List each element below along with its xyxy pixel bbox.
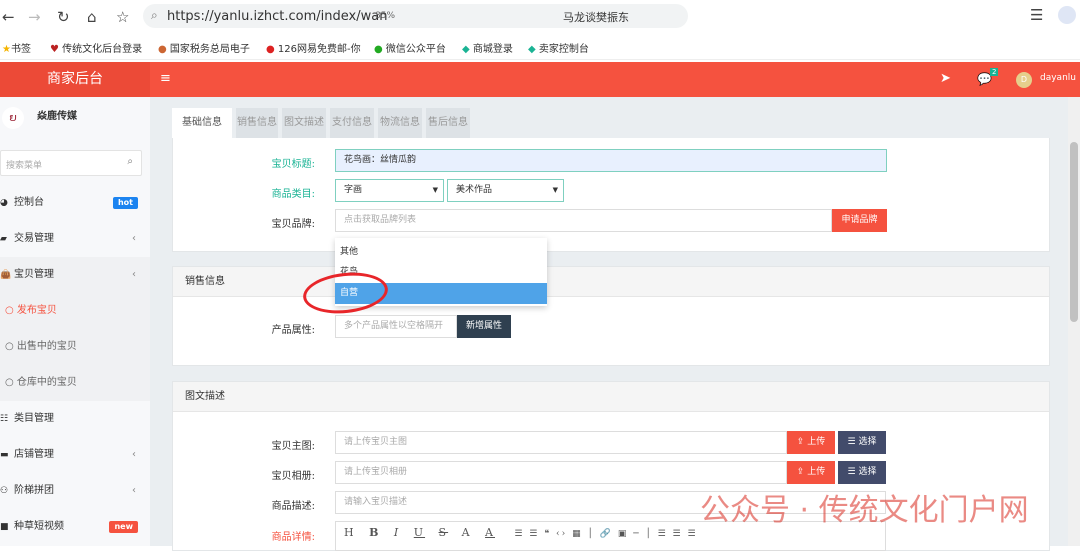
scrollbar[interactable] (1068, 97, 1080, 546)
sidebar-item-group-buy[interactable]: ⚇ 阶梯拼团 ‹ (0, 473, 150, 509)
add-attr-button[interactable]: 新增属性 (457, 315, 511, 338)
upload-album-button[interactable]: ⇪ 上传 (787, 461, 835, 484)
store-icon: ▬ (0, 450, 9, 460)
brand-logo: ຍ (2, 107, 24, 129)
sidebar-item-on-sale[interactable]: ○ 出售中的宝贝 (0, 329, 150, 365)
attr-input[interactable]: 多个产品属性以空格隔开 (335, 315, 457, 338)
tab-description[interactable]: 图文描述 (282, 108, 326, 138)
bookmarks-bar: ★书签 ♥ 传统文化后台登录 ● 国家税务总局电子 ● 126网易免费邮-你 ●… (0, 32, 1080, 60)
profile-icon[interactable] (1058, 6, 1076, 24)
bookmark-item[interactable]: ● 微信公众平台 (374, 40, 446, 55)
strike-button[interactable]: S (439, 526, 449, 539)
avatar[interactable]: D (1016, 72, 1032, 88)
italic-button[interactable]: I (394, 526, 400, 539)
description-label: 商品描述: (271, 501, 315, 512)
sidebar-item-trade[interactable]: ▰ 交易管理 ‹ (0, 221, 150, 257)
bookmark-item[interactable]: ● 126网易免费邮-你 (266, 40, 361, 55)
menu-search-input[interactable]: 搜索菜单 ⌕ (0, 150, 142, 176)
choose-album-button[interactable]: ☰ 选择 (838, 461, 886, 484)
sales-panel: 销售信息 产品属性: 多个产品属性以空格隔开 新增属性 (172, 266, 1050, 366)
message-count-badge: 2 (990, 68, 999, 76)
category2-select[interactable]: 美术作品 ▼ (447, 179, 564, 202)
editor-icons[interactable]: ☰ ☰ ❝ ‹› ▦ │ 🔗 ▣ ─ │ ☰ ☰ ☰ (515, 529, 698, 539)
chevron-left-icon: ‹ (132, 233, 136, 244)
main-content: 基础信息 销售信息 图文描述 支付信息 物流信息 售后信息 宝贝标题: 花鸟画：… (150, 97, 1068, 551)
watermark: 公众号 · 传统文化门户网 (700, 493, 1029, 528)
bookmark-item[interactable]: ♥ 传统文化后台登录 (50, 40, 142, 55)
app-logo: 商家后台 (0, 62, 150, 97)
tab-after-sale[interactable]: 售后信息 (426, 108, 470, 138)
search-icon: ⌕ (127, 156, 133, 167)
star-icon[interactable]: ☆ (116, 8, 129, 26)
category1-select[interactable]: 字画 ▼ (335, 179, 444, 202)
attr-label: 产品属性: (271, 325, 315, 336)
send-icon[interactable]: ➤ (940, 71, 951, 86)
tab-sales[interactable]: 销售信息 (236, 108, 278, 138)
sidebar-item-publish[interactable]: ○ 发布宝贝 (0, 293, 150, 329)
album-label: 宝贝相册: (271, 471, 315, 482)
search-icon: ⌕ (151, 8, 158, 22)
zoom-level[interactable]: 85% (375, 11, 395, 21)
main-image-label: 宝贝主图: (271, 441, 315, 452)
upload-main-image-button[interactable]: ⇪ 上传 (787, 431, 835, 454)
caret-down-icon: ▼ (552, 186, 558, 194)
app-header: 商家后台 ≡ ➤ 💬 2 D dayanlu (0, 62, 1080, 97)
bookmark-item[interactable]: ◆ 卖家控制台 (528, 40, 589, 55)
sidebar-item-category[interactable]: ☷ 类目管理 (0, 401, 150, 437)
basic-info-panel: 宝贝标题: 花鸟画：丝情瓜韵 商品类目: 字画 ▼ 美术作品 ▼ 宝贝品牌: 点击获… (172, 138, 1050, 252)
reload-icon[interactable]: ↻ (57, 8, 70, 26)
dashboard-icon: ◕ (0, 198, 8, 208)
font-color-button[interactable]: A (462, 526, 472, 539)
underline-button[interactable]: U (414, 526, 425, 539)
forward-icon[interactable]: → (28, 8, 41, 26)
tab-payment[interactable]: 支付信息 (330, 108, 374, 138)
dropdown-option[interactable]: 其他 (335, 242, 547, 262)
bag-icon: 👜 (0, 270, 12, 280)
tab-logistics[interactable]: 物流信息 (378, 108, 422, 138)
menu-icon[interactable]: ☰ (1030, 6, 1043, 24)
bookmark-item[interactable]: ★书签 (2, 40, 31, 55)
album-input[interactable]: 请上传宝贝相册 (335, 461, 787, 484)
sidebar-item-products[interactable]: 👜 宝贝管理 ‹ (0, 257, 150, 293)
username[interactable]: dayanlu (1040, 73, 1076, 83)
video-icon: ■ (0, 522, 9, 532)
bookmark-item[interactable]: ◆ 商城登录 (462, 40, 513, 55)
sidebar-item-store[interactable]: ▬ 店铺管理 ‹ (0, 437, 150, 473)
sidebar: ຍ 焱鹿传媒 搜索菜单 ⌕ ◕ 控制台 hot ▰ 交易管理 ‹ 👜 宝贝管理 ‹ ○ 发布… (0, 97, 150, 546)
brand-label: 宝贝品牌: (271, 219, 315, 230)
brand-name: 焱鹿传媒 (37, 111, 77, 122)
address-bar[interactable]: ⌕ https://yanlu.izhct.com/index/wan 85% … (143, 4, 688, 28)
description-header: 图文描述 (173, 382, 1049, 412)
sidebar-item-short-video[interactable]: ■ 种草短视频 new (0, 509, 150, 545)
browser-toolbar: ← → ↻ ⌂ ☆ ⌕ https://yanlu.izhct.com/inde… (0, 0, 1080, 32)
back-icon[interactable]: ← (2, 8, 15, 26)
title-label: 宝贝标题: (271, 159, 315, 170)
chevron-left-icon: ‹ (132, 485, 136, 496)
search-engine-text[interactable]: 马龙谈樊振东 (563, 9, 629, 25)
brand-input[interactable]: 点击获取品牌列表 (335, 209, 832, 232)
sidebar-item-warehouse[interactable]: ○ 仓库中的宝贝 (0, 365, 150, 401)
title-input[interactable]: 花鸟画：丝情瓜韵 (335, 149, 887, 172)
detail-label: 商品详情: (271, 532, 315, 543)
bg-color-button[interactable]: A (485, 526, 495, 539)
trade-icon: ▰ (0, 234, 7, 244)
sidebar-item-dashboard[interactable]: ◕ 控制台 hot (0, 185, 150, 221)
heading-button[interactable]: H (344, 526, 356, 539)
category-label: 商品类目: (271, 189, 315, 200)
home-icon[interactable]: ⌂ (87, 8, 97, 26)
apply-brand-button[interactable]: 申请品牌 (832, 209, 887, 232)
users-icon: ⚇ (0, 486, 9, 496)
list-icon: ☷ (0, 414, 9, 424)
bookmark-item[interactable]: ● 国家税务总局电子 (158, 40, 250, 55)
caret-down-icon: ▼ (432, 186, 438, 194)
menu-toggle-icon[interactable]: ≡ (160, 71, 171, 86)
choose-main-image-button[interactable]: ☰ 选择 (838, 431, 886, 454)
bold-button[interactable]: B (369, 526, 380, 539)
tab-basic[interactable]: 基础信息 (172, 108, 232, 138)
main-image-input[interactable]: 请上传宝贝主图 (335, 431, 787, 454)
chevron-left-icon: ‹ (132, 269, 136, 280)
chevron-left-icon: ‹ (132, 449, 136, 460)
url-text: https://yanlu.izhct.com/index/wan (167, 9, 388, 24)
scrollbar-thumb[interactable] (1070, 142, 1078, 322)
